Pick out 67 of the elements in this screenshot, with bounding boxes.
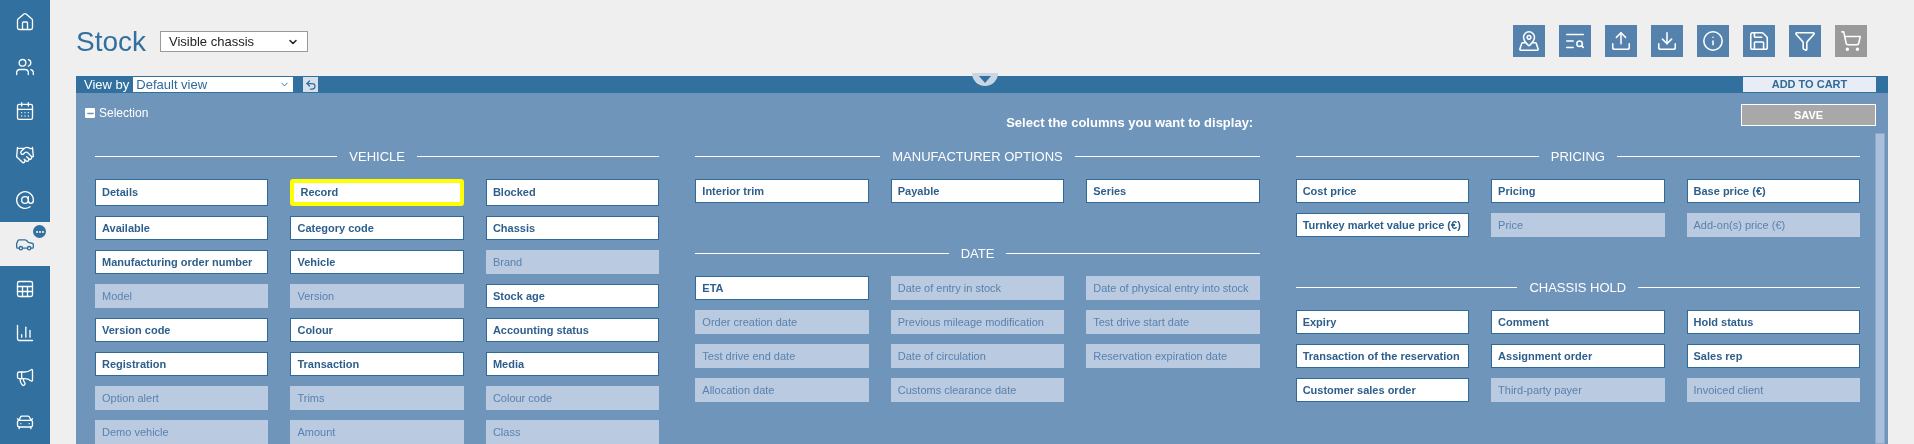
column-option[interactable]: Cost price xyxy=(1295,179,1470,203)
toolbar-button[interactable] xyxy=(1605,25,1637,57)
section-heading: MANUFACTURER OPTIONS xyxy=(892,149,1063,163)
undo-icon xyxy=(304,78,317,91)
section-heading: VEHICLE xyxy=(349,149,405,163)
calendar-icon xyxy=(15,101,35,121)
column-option[interactable]: Turnkey market value price (€) xyxy=(1295,213,1470,237)
column-option[interactable]: Transaction xyxy=(290,352,464,376)
selection-prompt: Select the columns you want to display: xyxy=(1006,115,1254,130)
column-option[interactable]: Blocked xyxy=(485,179,660,206)
column-option[interactable]: Record xyxy=(290,179,464,206)
column-option[interactable]: Comment xyxy=(1491,310,1665,334)
at-sign-icon xyxy=(15,189,35,210)
sidebar-item[interactable] xyxy=(0,222,50,267)
bar-chart-icon xyxy=(15,323,35,344)
upload-icon xyxy=(1610,30,1632,52)
toolbar-button[interactable] xyxy=(1697,25,1729,57)
view-select[interactable]: Visible chassis xyxy=(160,31,309,52)
toolbar-button[interactable] xyxy=(1651,25,1683,57)
column-option[interactable]: Assignment order xyxy=(1491,344,1665,368)
section-heading: PRICING xyxy=(1550,149,1605,163)
toolbar-button[interactable] xyxy=(1559,25,1591,57)
home-icon xyxy=(15,12,35,33)
column-option[interactable]: Sales rep xyxy=(1686,344,1860,368)
column-option[interactable]: Payable xyxy=(890,179,1065,203)
minus-icon xyxy=(85,108,95,118)
column-option[interactable]: Accounting status xyxy=(485,318,660,342)
column-option[interactable]: Colour xyxy=(290,318,464,342)
section-heading: CHASSIS HOLD xyxy=(1529,280,1627,294)
info-icon xyxy=(1702,30,1724,52)
people-icon xyxy=(15,56,35,77)
page-title: Stock xyxy=(76,25,147,59)
column-option[interactable]: Base price (€) xyxy=(1686,179,1860,203)
column-option[interactable]: Transaction of the reservation xyxy=(1295,344,1470,368)
column-option[interactable]: Media xyxy=(485,352,660,376)
column-option[interactable]: Stock age xyxy=(485,284,660,308)
filter-icon xyxy=(1794,30,1816,52)
toolbar-button[interactable] xyxy=(1789,25,1821,57)
column-option[interactable]: Customer sales order xyxy=(1295,378,1470,402)
section-heading: DATE xyxy=(960,246,995,260)
column-option[interactable]: Details xyxy=(95,179,269,206)
toolbar-button[interactable] xyxy=(1513,25,1545,57)
column-option[interactable]: Available xyxy=(95,216,269,240)
column-option[interactable]: Hold status xyxy=(1686,310,1860,334)
column-option[interactable]: Chassis xyxy=(485,216,660,240)
column-option[interactable]: Interior trim xyxy=(695,179,869,203)
view-by-select[interactable]: Default view xyxy=(133,77,294,92)
save-icon xyxy=(1748,30,1770,52)
download-icon xyxy=(1656,30,1678,52)
column-option[interactable]: Category code xyxy=(290,216,464,240)
column-option[interactable]: Version code xyxy=(95,318,269,342)
map-pin-icon xyxy=(1518,30,1540,52)
column-option[interactable]: ETA xyxy=(695,276,869,300)
undo-button[interactable] xyxy=(303,77,319,92)
handshake-icon xyxy=(15,145,35,166)
column-option[interactable]: Vehicle xyxy=(290,250,464,274)
column-option[interactable]: Registration xyxy=(95,352,269,376)
column-option[interactable]: Series xyxy=(1086,179,1260,203)
add-to-cart-button[interactable]: ADD TO CART xyxy=(1743,77,1876,92)
view-by-label: View by xyxy=(84,77,130,92)
column-option[interactable]: Expiry xyxy=(1295,310,1470,334)
table-icon xyxy=(15,278,35,299)
toolbar-button[interactable] xyxy=(1743,25,1775,57)
column-option[interactable]: Manufacturing order number xyxy=(95,250,269,274)
megaphone-icon xyxy=(15,367,35,388)
cart-icon xyxy=(1840,30,1862,52)
column-option[interactable]: Pricing xyxy=(1491,179,1665,203)
